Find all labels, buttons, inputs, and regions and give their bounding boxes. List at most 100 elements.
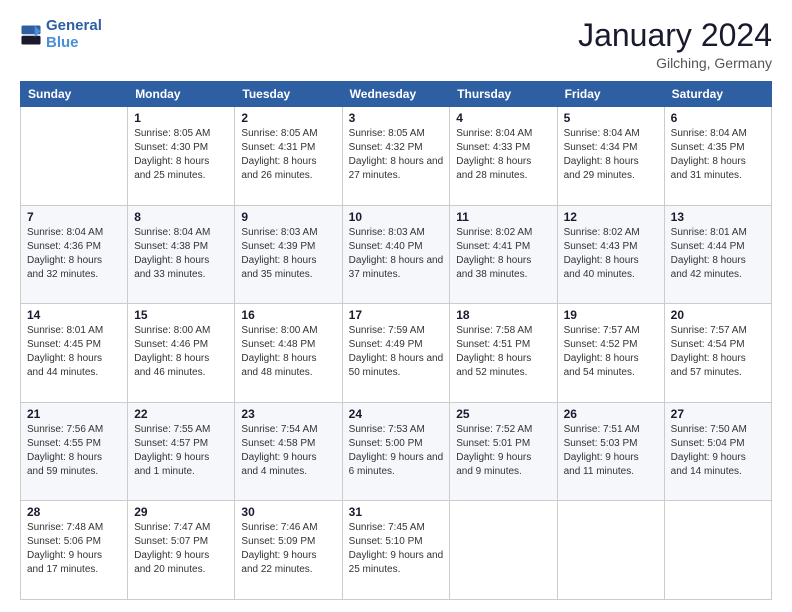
week-row-1: 1Sunrise: 8:05 AMSunset: 4:30 PMDaylight… [21, 107, 772, 206]
day-info: Sunrise: 7:52 AMSunset: 5:01 PMDaylight:… [456, 423, 550, 479]
day-number: 21 [27, 407, 121, 421]
day-info: Sunrise: 7:53 AMSunset: 5:00 PMDaylight:… [349, 423, 444, 479]
day-number: 2 [241, 111, 335, 125]
day-info: Sunrise: 7:45 AMSunset: 5:10 PMDaylight:… [349, 521, 444, 577]
day-cell: 13 Sunrise: 8:01 AMSunset: 4:44 PMDayligh… [664, 205, 771, 304]
day-info: Sunrise: 8:04 AMSunset: 4:33 PMDaylight:… [456, 127, 550, 183]
day-number: 29 [134, 505, 228, 519]
day-cell: 24 Sunrise: 7:53 AMSunset: 5:00 PMDayligh… [342, 402, 450, 501]
logo-text: General Blue [46, 18, 102, 51]
day-cell: 28 Sunrise: 7:48 AMSunset: 5:06 PMDayligh… [21, 501, 128, 600]
day-info: Sunrise: 8:02 AMSunset: 4:41 PMDaylight:… [456, 226, 550, 282]
month-title: January 2024 [578, 18, 772, 53]
col-header-friday: Friday [557, 82, 664, 107]
day-number: 11 [456, 210, 550, 224]
day-number: 13 [671, 210, 765, 224]
day-cell: 17Sunrise: 7:59 AMSunset: 4:49 PMDayligh… [342, 304, 450, 403]
header: General Blue January 2024 Gilching, Germ… [20, 18, 772, 71]
col-header-saturday: Saturday [664, 82, 771, 107]
day-cell: 1Sunrise: 8:05 AMSunset: 4:30 PMDaylight… [128, 107, 235, 206]
day-cell: 10Sunrise: 8:03 AMSunset: 4:40 PMDayligh… [342, 205, 450, 304]
day-number: 8 [134, 210, 228, 224]
day-cell: 18 Sunrise: 7:58 AMSunset: 4:51 PMDayligh… [450, 304, 557, 403]
title-block: January 2024 Gilching, Germany [578, 18, 772, 71]
day-number: 7 [27, 210, 121, 224]
day-cell: 21 Sunrise: 7:56 AMSunset: 4:55 PMDayligh… [21, 402, 128, 501]
logo-general: General [46, 17, 102, 34]
day-info: Sunrise: 7:51 AMSunset: 5:03 PMDaylight:… [564, 423, 658, 479]
day-number: 1 [134, 111, 228, 125]
day-info: Sunrise: 7:48 AMSunset: 5:06 PMDaylight:… [27, 521, 121, 577]
day-number: 28 [27, 505, 121, 519]
day-number: 20 [671, 308, 765, 322]
day-info: Sunrise: 8:04 AMSunset: 4:35 PMDaylight:… [671, 127, 765, 183]
day-cell: 2 Sunrise: 8:05 AMSunset: 4:31 PMDaylight… [235, 107, 342, 206]
day-cell: 25 Sunrise: 7:52 AMSunset: 5:01 PMDayligh… [450, 402, 557, 501]
day-cell: 26Sunrise: 7:51 AMSunset: 5:03 PMDayligh… [557, 402, 664, 501]
col-header-thursday: Thursday [450, 82, 557, 107]
week-row-4: 21 Sunrise: 7:56 AMSunset: 4:55 PMDayligh… [21, 402, 772, 501]
day-info: Sunrise: 8:01 AMSunset: 4:44 PMDaylight:… [671, 226, 765, 282]
day-cell: 22Sunrise: 7:55 AMSunset: 4:57 PMDayligh… [128, 402, 235, 501]
day-cell: 8Sunrise: 8:04 AMSunset: 4:38 PMDaylight… [128, 205, 235, 304]
day-cell: 15Sunrise: 8:00 AMSunset: 4:46 PMDayligh… [128, 304, 235, 403]
day-number: 19 [564, 308, 658, 322]
day-cell: 29 Sunrise: 7:47 AMSunset: 5:07 PMDayligh… [128, 501, 235, 600]
day-number: 6 [671, 111, 765, 125]
day-info: Sunrise: 7:50 AMSunset: 5:04 PMDaylight:… [671, 423, 765, 479]
day-cell [21, 107, 128, 206]
day-number: 12 [564, 210, 658, 224]
day-info: Sunrise: 7:58 AMSunset: 4:51 PMDaylight:… [456, 324, 550, 380]
logo: General Blue [20, 18, 102, 51]
day-info: Sunrise: 8:04 AMSunset: 4:34 PMDaylight:… [564, 127, 658, 183]
day-info: Sunrise: 7:47 AMSunset: 5:07 PMDaylight:… [134, 521, 228, 577]
day-info: Sunrise: 8:02 AMSunset: 4:43 PMDaylight:… [564, 226, 658, 282]
day-info: Sunrise: 8:05 AMSunset: 4:31 PMDaylight:… [241, 127, 335, 183]
day-cell: 9 Sunrise: 8:03 AMSunset: 4:39 PMDaylight… [235, 205, 342, 304]
day-cell: 30Sunrise: 7:46 AMSunset: 5:09 PMDayligh… [235, 501, 342, 600]
day-number: 15 [134, 308, 228, 322]
day-info: Sunrise: 7:59 AMSunset: 4:49 PMDaylight:… [349, 324, 444, 380]
col-header-sunday: Sunday [21, 82, 128, 107]
day-cell: 27Sunrise: 7:50 AMSunset: 5:04 PMDayligh… [664, 402, 771, 501]
day-number: 16 [241, 308, 335, 322]
day-info: Sunrise: 8:05 AMSunset: 4:32 PMDaylight:… [349, 127, 444, 183]
week-row-3: 14 Sunrise: 8:01 AMSunset: 4:45 PMDayligh… [21, 304, 772, 403]
day-cell [450, 501, 557, 600]
logo-icon [20, 24, 42, 46]
day-cell: 23Sunrise: 7:54 AMSunset: 4:58 PMDayligh… [235, 402, 342, 501]
day-cell: 31Sunrise: 7:45 AMSunset: 5:10 PMDayligh… [342, 501, 450, 600]
day-number: 5 [564, 111, 658, 125]
day-cell: 6 Sunrise: 8:04 AMSunset: 4:35 PMDaylight… [664, 107, 771, 206]
day-info: Sunrise: 7:57 AMSunset: 4:54 PMDaylight:… [671, 324, 765, 380]
day-number: 3 [349, 111, 444, 125]
day-cell: 19 Sunrise: 7:57 AMSunset: 4:52 PMDayligh… [557, 304, 664, 403]
logo-blue: Blue [46, 34, 79, 51]
day-info: Sunrise: 7:57 AMSunset: 4:52 PMDaylight:… [564, 324, 658, 380]
day-cell: 4 Sunrise: 8:04 AMSunset: 4:33 PMDaylight… [450, 107, 557, 206]
day-number: 9 [241, 210, 335, 224]
col-header-wednesday: Wednesday [342, 82, 450, 107]
week-row-2: 7Sunrise: 8:04 AMSunset: 4:36 PMDaylight… [21, 205, 772, 304]
day-info: Sunrise: 7:56 AMSunset: 4:55 PMDaylight:… [27, 423, 121, 479]
day-number: 24 [349, 407, 444, 421]
day-info: Sunrise: 8:03 AMSunset: 4:39 PMDaylight:… [241, 226, 335, 282]
day-info: Sunrise: 7:46 AMSunset: 5:09 PMDaylight:… [241, 521, 335, 577]
day-cell: 14 Sunrise: 8:01 AMSunset: 4:45 PMDayligh… [21, 304, 128, 403]
day-number: 22 [134, 407, 228, 421]
day-info: Sunrise: 7:54 AMSunset: 4:58 PMDaylight:… [241, 423, 335, 479]
day-number: 25 [456, 407, 550, 421]
day-cell: 16Sunrise: 8:00 AMSunset: 4:48 PMDayligh… [235, 304, 342, 403]
day-number: 14 [27, 308, 121, 322]
day-cell: 3 Sunrise: 8:05 AMSunset: 4:32 PMDaylight… [342, 107, 450, 206]
day-info: Sunrise: 8:01 AMSunset: 4:45 PMDaylight:… [27, 324, 121, 380]
location: Gilching, Germany [578, 55, 772, 71]
calendar-table: SundayMondayTuesdayWednesdayThursdayFrid… [20, 81, 772, 600]
week-row-5: 28 Sunrise: 7:48 AMSunset: 5:06 PMDayligh… [21, 501, 772, 600]
day-number: 4 [456, 111, 550, 125]
col-header-tuesday: Tuesday [235, 82, 342, 107]
day-cell [664, 501, 771, 600]
day-cell: 11 Sunrise: 8:02 AMSunset: 4:41 PMDayligh… [450, 205, 557, 304]
day-number: 18 [456, 308, 550, 322]
day-info: Sunrise: 8:03 AMSunset: 4:40 PMDaylight:… [349, 226, 444, 282]
